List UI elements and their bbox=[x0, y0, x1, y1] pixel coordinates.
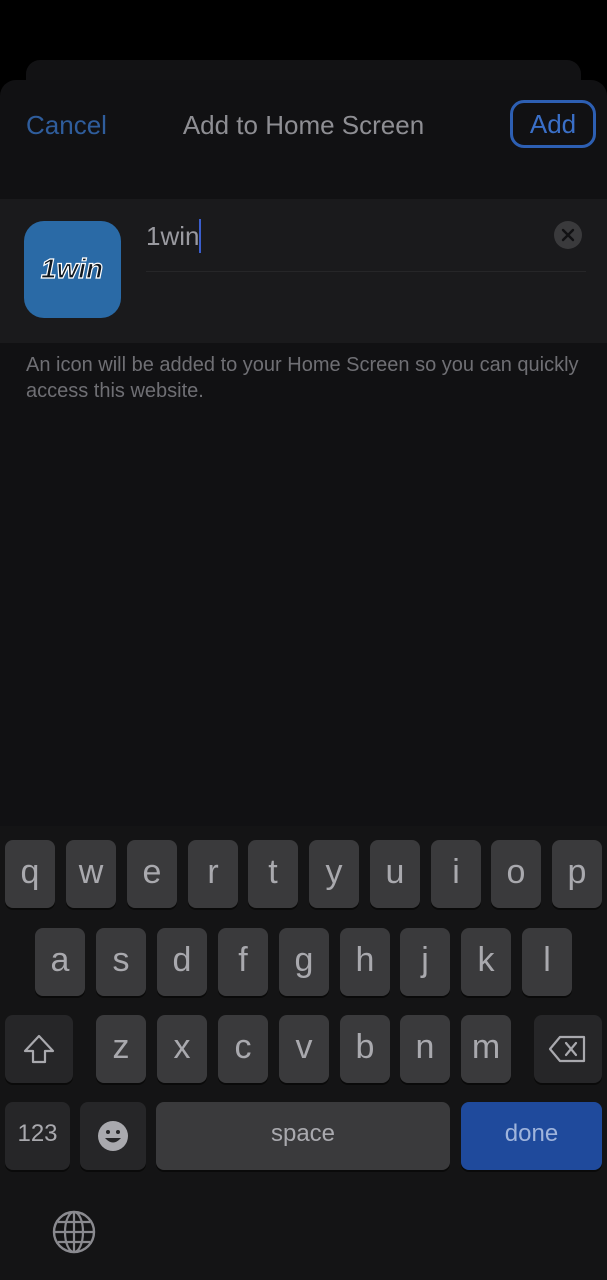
emoji-icon bbox=[98, 1121, 128, 1151]
key-o[interactable]: o bbox=[491, 840, 541, 908]
key-w[interactable]: w bbox=[66, 840, 116, 908]
shift-key[interactable] bbox=[5, 1015, 73, 1083]
globe-icon[interactable] bbox=[50, 1208, 98, 1256]
clear-icon[interactable] bbox=[554, 221, 582, 249]
key-b[interactable]: b bbox=[340, 1015, 390, 1083]
backspace-icon bbox=[548, 1035, 586, 1063]
key-n[interactable]: n bbox=[400, 1015, 450, 1083]
numbers-key[interactable]: 123 bbox=[5, 1102, 70, 1170]
key-r[interactable]: r bbox=[188, 840, 238, 908]
key-u[interactable]: u bbox=[370, 840, 420, 908]
key-x[interactable]: x bbox=[157, 1015, 207, 1083]
app-icon: 1win bbox=[24, 221, 121, 318]
backspace-key[interactable] bbox=[534, 1015, 602, 1083]
key-q[interactable]: q bbox=[5, 840, 55, 908]
key-m[interactable]: m bbox=[461, 1015, 511, 1083]
add-button[interactable]: Add bbox=[510, 100, 596, 148]
key-j[interactable]: j bbox=[400, 928, 450, 996]
key-c[interactable]: c bbox=[218, 1015, 268, 1083]
text-caret bbox=[199, 219, 201, 253]
app-logo-text: 1win bbox=[41, 253, 103, 284]
key-i[interactable]: i bbox=[431, 840, 481, 908]
name-field[interactable]: 1win bbox=[146, 219, 586, 272]
app-row: 1win 1win bbox=[0, 199, 607, 343]
shift-icon bbox=[23, 1034, 55, 1064]
key-s[interactable]: s bbox=[96, 928, 146, 996]
key-d[interactable]: d bbox=[157, 928, 207, 996]
key-k[interactable]: k bbox=[461, 928, 511, 996]
key-y[interactable]: y bbox=[309, 840, 359, 908]
keyboard: q w e r t y u i o p a s d f g h j k l z … bbox=[0, 826, 607, 1280]
helper-text: An icon will be added to your Home Scree… bbox=[26, 354, 579, 402]
key-t[interactable]: t bbox=[248, 840, 298, 908]
name-input[interactable]: 1win bbox=[146, 219, 199, 253]
app-logo: 1win bbox=[40, 252, 103, 284]
nav-bar: Cancel Add to Home Screen Add bbox=[0, 80, 607, 180]
key-z[interactable]: z bbox=[96, 1015, 146, 1083]
key-a[interactable]: a bbox=[35, 928, 85, 996]
key-g[interactable]: g bbox=[279, 928, 329, 996]
key-e[interactable]: e bbox=[127, 840, 177, 908]
key-f[interactable]: f bbox=[218, 928, 268, 996]
key-l[interactable]: l bbox=[522, 928, 572, 996]
emoji-key[interactable] bbox=[80, 1102, 146, 1170]
add-to-home-sheet: Cancel Add to Home Screen Add 1win 1win … bbox=[0, 80, 607, 840]
key-h[interactable]: h bbox=[340, 928, 390, 996]
key-v[interactable]: v bbox=[279, 1015, 329, 1083]
done-key[interactable]: done bbox=[461, 1102, 602, 1170]
space-key[interactable]: space bbox=[156, 1102, 450, 1170]
key-p[interactable]: p bbox=[552, 840, 602, 908]
